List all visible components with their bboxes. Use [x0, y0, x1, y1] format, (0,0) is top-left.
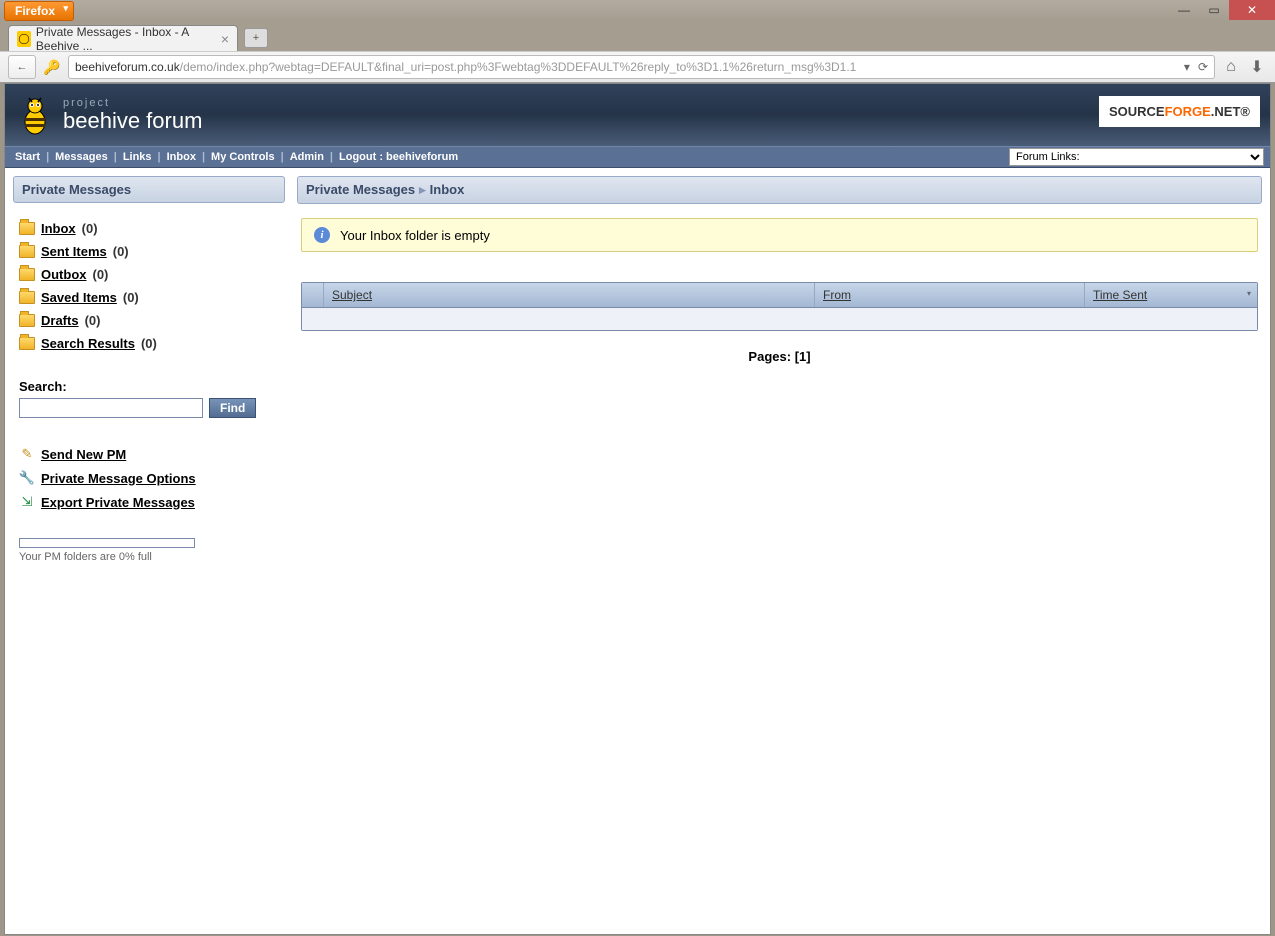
quota-text: Your PM folders are 0% full [19, 551, 279, 563]
folder-outbox[interactable]: Outbox [41, 267, 87, 282]
folder-drafts[interactable]: Drafts [41, 313, 79, 328]
reload-icon[interactable]: ⟳ [1198, 60, 1208, 74]
quota-bar [19, 538, 195, 548]
search-label: Search: [19, 379, 279, 394]
table-body-empty [302, 308, 1257, 330]
pencil-icon: ✎ [19, 446, 35, 462]
minimize-button[interactable]: — [1169, 0, 1199, 20]
col-from[interactable]: From [823, 288, 851, 302]
back-button[interactable]: ← [8, 55, 36, 79]
nav-start[interactable]: Start [11, 151, 44, 163]
nav-logout[interactable]: Logout : beehiveforum [335, 151, 462, 163]
col-checkbox [302, 283, 324, 307]
send-new-pm[interactable]: Send New PM [41, 447, 126, 462]
nav-admin[interactable]: Admin [286, 151, 328, 163]
dropdown-icon[interactable]: ▾ [1184, 60, 1190, 74]
folder-icon [19, 268, 35, 281]
new-tab-button[interactable]: + [244, 28, 268, 48]
folder-sent[interactable]: Sent Items [41, 244, 107, 259]
url-input[interactable]: beehiveforum.co.uk/demo/index.php?webtag… [68, 55, 1215, 79]
empty-notice: i Your Inbox folder is empty [301, 218, 1258, 252]
breadcrumb: Private Messages▸Inbox [297, 176, 1262, 204]
folder-icon [19, 245, 35, 258]
export-icon: ⇲ [19, 494, 35, 510]
folder-saved[interactable]: Saved Items [41, 290, 117, 305]
find-button[interactable]: Find [209, 398, 256, 418]
firefox-menu-button[interactable]: Firefox [4, 1, 74, 21]
forum-links-select[interactable]: Forum Links: [1009, 148, 1264, 166]
nav-links[interactable]: Links [119, 151, 156, 163]
nav-inbox[interactable]: Inbox [163, 151, 200, 163]
folder-icon [19, 222, 35, 235]
url-path: /demo/index.php?webtag=DEFAULT&final_uri… [180, 60, 857, 74]
bee-icon [17, 94, 53, 136]
sidebar-heading: Private Messages [13, 176, 285, 203]
nav-messages[interactable]: Messages [51, 151, 112, 163]
site-logo[interactable]: project beehive forum [17, 94, 202, 136]
maximize-button[interactable]: ▭ [1199, 0, 1229, 20]
pagination: Pages: [1] [301, 349, 1258, 364]
nav-mycontrols[interactable]: My Controls [207, 151, 279, 163]
folder-inbox[interactable]: Inbox [41, 221, 76, 236]
folder-icon [19, 314, 35, 327]
folder-icon [19, 291, 35, 304]
sourceforge-logo[interactable]: SOURCEFORGE.NET® [1099, 96, 1260, 127]
favicon-icon [17, 31, 31, 47]
identity-icon[interactable]: 🔑 [42, 57, 62, 77]
tab-close-icon[interactable]: × [221, 31, 229, 47]
close-button[interactable]: ✕ [1229, 0, 1275, 20]
export-pm[interactable]: Export Private Messages [41, 495, 195, 510]
folder-icon [19, 337, 35, 350]
col-time[interactable]: Time Sent [1093, 288, 1147, 302]
notice-text: Your Inbox folder is empty [340, 228, 490, 243]
search-input[interactable] [19, 398, 203, 418]
home-icon[interactable]: ⌂ [1221, 58, 1241, 76]
message-table: Subject From Time Sent [301, 282, 1258, 331]
logo-name: beehive forum [63, 109, 202, 133]
info-icon: i [314, 227, 330, 243]
wrench-icon: 🔧 [19, 470, 35, 486]
folder-search[interactable]: Search Results [41, 336, 135, 351]
downloads-icon[interactable]: ⬇ [1247, 57, 1267, 77]
pm-options[interactable]: Private Message Options [41, 471, 196, 486]
browser-tab[interactable]: Private Messages - Inbox - A Beehive ...… [8, 25, 238, 51]
url-domain: beehiveforum.co.uk [75, 60, 180, 74]
tab-title: Private Messages - Inbox - A Beehive ... [36, 25, 221, 53]
col-subject[interactable]: Subject [332, 288, 372, 302]
